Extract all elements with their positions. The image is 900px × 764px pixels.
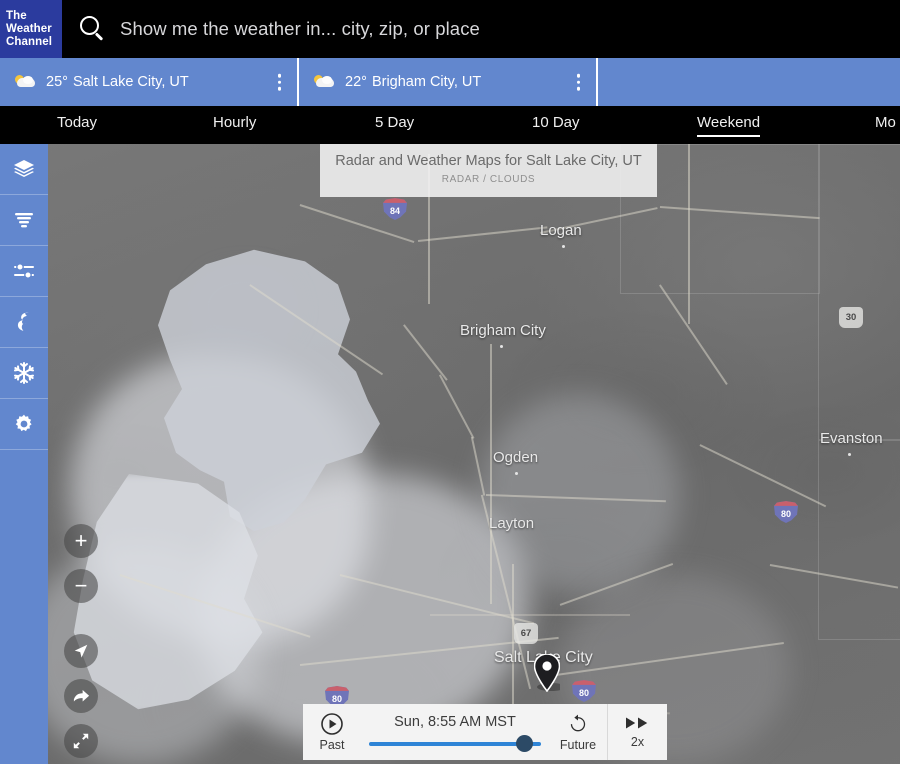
map-title-text: Radar and Weather Maps for Salt Lake Cit… — [335, 153, 642, 169]
location-tab-salt-lake-city[interactable]: 25° Salt Lake City, UT — [0, 58, 299, 106]
timeline-slider[interactable] — [369, 735, 541, 752]
location-tab-brigham-city[interactable]: 22° Brigham City, UT — [299, 58, 598, 106]
location-name: Brigham City, UT — [371, 74, 482, 90]
shield-us-30: 30 — [839, 306, 863, 328]
locate-me-button[interactable] — [64, 634, 98, 668]
tab-5-day[interactable]: 5 Day — [375, 114, 414, 136]
sidebar-bottom-strip — [0, 750, 48, 764]
city-label-evanston: Evanston — [820, 430, 883, 447]
sidebar-item-layers[interactable] — [0, 144, 48, 195]
shield-interstate-80-east: 80 — [774, 501, 798, 523]
plus-icon: + — [74, 528, 88, 553]
location-tab-empty-slot[interactable] — [598, 58, 900, 106]
search-icon[interactable] — [80, 16, 106, 42]
city-dot-ogden — [515, 472, 518, 475]
timeline-thumb[interactable] — [516, 735, 533, 752]
map-title-overlay: Radar and Weather Maps for Salt Lake Cit… — [320, 144, 657, 197]
tab-weekend[interactable]: Weekend — [697, 114, 761, 137]
city-label-layton: Layton — [489, 515, 535, 532]
zoom-in-button[interactable]: + — [64, 524, 98, 558]
share-button[interactable] — [64, 679, 98, 713]
forecast-nav: Today Hourly 5 Day 10 Day Weekend Mo — [0, 106, 900, 144]
city-dot-logan — [562, 245, 565, 248]
sidebar-item-snow[interactable] — [0, 348, 48, 399]
city-label-ogden: Ogden — [493, 449, 539, 466]
kebab-menu-icon[interactable] — [277, 73, 281, 91]
refresh-loop-icon — [570, 714, 586, 731]
search-bar[interactable] — [62, 0, 900, 58]
sidebar-item-wind[interactable] — [0, 195, 48, 246]
tab-today[interactable]: Today — [57, 114, 97, 136]
city-label-brigham-city: Brigham City — [460, 322, 546, 339]
app-header: The Weather Channel — [0, 0, 900, 58]
map-pin-icon[interactable] — [533, 653, 565, 697]
past-label: Past — [319, 738, 345, 752]
location-temp: 22° — [345, 74, 367, 90]
map-tools-sidebar — [0, 144, 48, 764]
wind-icon — [15, 213, 33, 228]
sidebar-item-map-settings[interactable] — [0, 246, 48, 297]
tab-monthly[interactable]: Mo — [875, 114, 896, 136]
tab-hourly[interactable]: Hourly — [213, 114, 256, 136]
minus-icon: − — [74, 573, 88, 598]
fast-forward-icon — [625, 716, 647, 729]
shield-interstate-80-slc: 80 — [572, 680, 596, 702]
share-arrow-icon — [73, 689, 89, 701]
kebab-menu-icon[interactable] — [576, 73, 580, 91]
play-button[interactable]: Past — [303, 704, 361, 760]
city-dot-evanston — [848, 453, 851, 456]
tab-10-day[interactable]: 10 Day — [532, 114, 580, 136]
logo-line-2: Weather — [6, 23, 52, 35]
timeline-center: Sun, 8:55 AM MST — [361, 704, 549, 760]
hurricane-icon — [17, 312, 29, 331]
location-tabs-bar: 25° Salt Lake City, UT 22° Brigham City,… — [0, 58, 900, 106]
zoom-out-button[interactable]: − — [64, 569, 98, 603]
navigation-arrow-icon — [74, 644, 88, 658]
location-temp: 25° — [46, 74, 68, 90]
logo-line-1: The — [6, 10, 27, 22]
playback-speed-label: 2x — [630, 734, 645, 749]
fullscreen-button[interactable] — [64, 724, 98, 758]
playback-speed-button[interactable]: 2x — [607, 704, 667, 760]
partly-cloudy-icon — [14, 74, 38, 90]
city-label-logan: Logan — [540, 222, 582, 239]
timeline-timestamp: Sun, 8:55 AM MST — [394, 714, 516, 730]
radar-timeline-bar: Past Sun, 8:55 AM MST Future 2x — [303, 704, 667, 760]
layers-icon — [14, 160, 34, 177]
logo-line-3: Channel — [6, 36, 53, 48]
play-circle-icon — [321, 713, 343, 735]
radar-map[interactable]: Logan Brigham City Ogden Layton Salt Lak… — [0, 144, 900, 764]
sliders-icon — [14, 263, 34, 279]
location-name: Salt Lake City, UT — [72, 74, 189, 90]
snowflake-icon — [14, 362, 34, 384]
gear-icon — [15, 414, 32, 432]
shield-us-67: 67 — [514, 622, 538, 644]
future-label: Future — [559, 737, 597, 752]
weather-map-page: The Weather Channel 25° Salt Lake City, … — [0, 0, 900, 764]
map-roads-and-borders — [0, 144, 900, 764]
search-input[interactable] — [120, 18, 900, 40]
future-button[interactable]: Future — [549, 704, 607, 760]
sidebar-item-settings[interactable] — [0, 399, 48, 450]
twc-logo[interactable]: The Weather Channel — [0, 0, 62, 58]
shield-interstate-84: 84 — [383, 198, 407, 220]
city-dot-brigham-city — [500, 345, 503, 348]
expand-icon — [73, 733, 89, 749]
partly-cloudy-icon — [313, 74, 337, 90]
sidebar-item-hurricane[interactable] — [0, 297, 48, 348]
map-title-subtitle: RADAR / CLOUDS — [441, 174, 536, 185]
